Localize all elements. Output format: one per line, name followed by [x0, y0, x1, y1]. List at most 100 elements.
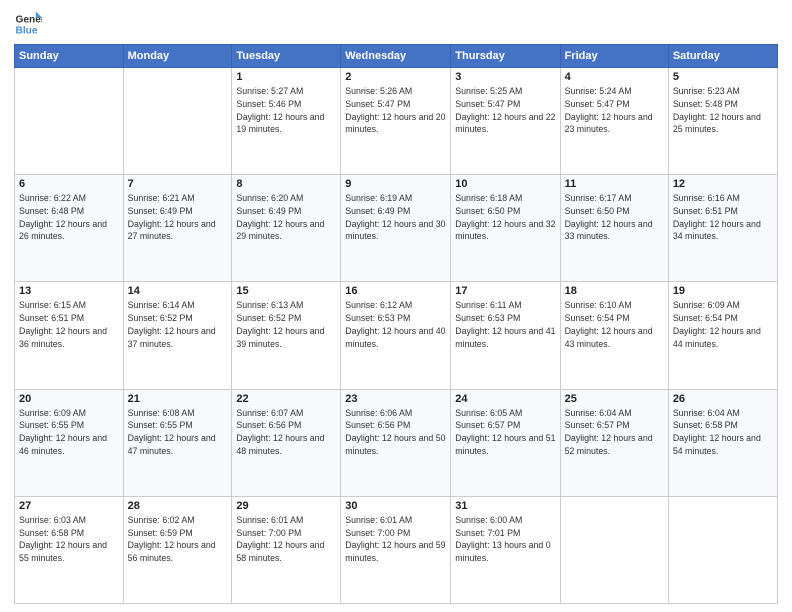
calendar-cell: 3 Sunrise: 5:25 AM Sunset: 5:47 PM Daylig…: [451, 68, 560, 175]
weekday-header: Tuesday: [232, 45, 341, 68]
calendar-cell: 1Sunrise: 5:27 AM Sunset: 5:46 PM Daylig…: [232, 68, 341, 175]
day-info: Sunrise: 6:04 AM Sunset: 6:58 PM Dayligh…: [673, 407, 773, 458]
day-number: 22: [236, 393, 336, 405]
calendar-cell: [15, 68, 124, 175]
day-info: Sunrise: 6:15 AM Sunset: 6:51 PM Dayligh…: [19, 299, 119, 350]
calendar-cell: 13Sunrise: 6:15 AM Sunset: 6:51 PM Dayli…: [15, 282, 124, 389]
calendar-cell: [668, 496, 777, 603]
calendar-cell: 10 Sunrise: 6:18 AM Sunset: 6:50 PM Dayli…: [451, 175, 560, 282]
calendar-cell: 7Sunrise: 6:21 AM Sunset: 6:49 PM Daylig…: [123, 175, 232, 282]
day-number: 4: [565, 71, 664, 83]
day-number: 25: [565, 393, 664, 405]
day-info: Sunrise: 6:11 AM Sunset: 6:53 PM Dayligh…: [455, 299, 555, 350]
weekday-header: Thursday: [451, 45, 560, 68]
day-info: Sunrise: 6:08 AM Sunset: 6:55 PM Dayligh…: [128, 407, 228, 458]
calendar-cell: 28 Sunrise: 6:02 AM Sunset: 6:59 PM Dayli…: [123, 496, 232, 603]
day-number: 3: [455, 71, 555, 83]
calendar-cell: 24 Sunrise: 6:05 AM Sunset: 6:57 PM Dayli…: [451, 389, 560, 496]
day-info: Sunrise: 6:01 AM Sunset: 7:00 PM Dayligh…: [345, 514, 446, 565]
calendar-cell: 9Sunrise: 6:19 AM Sunset: 6:49 PM Daylig…: [341, 175, 451, 282]
calendar-cell: [123, 68, 232, 175]
day-number: 21: [128, 393, 228, 405]
day-info: Sunrise: 6:14 AM Sunset: 6:52 PM Dayligh…: [128, 299, 228, 350]
day-info: Sunrise: 5:25 AM Sunset: 5:47 PM Dayligh…: [455, 85, 555, 136]
day-info: Sunrise: 5:26 AM Sunset: 5:47 PM Dayligh…: [345, 85, 446, 136]
calendar-cell: 2 Sunrise: 5:26 AM Sunset: 5:47 PM Daylig…: [341, 68, 451, 175]
calendar-cell: 19 Sunrise: 6:09 AM Sunset: 6:54 PM Dayli…: [668, 282, 777, 389]
calendar-cell: 26 Sunrise: 6:04 AM Sunset: 6:58 PM Dayli…: [668, 389, 777, 496]
calendar-cell: 5 Sunrise: 5:23 AM Sunset: 5:48 PM Daylig…: [668, 68, 777, 175]
day-number: 8: [236, 178, 336, 190]
calendar-cell: 31Sunrise: 6:00 AM Sunset: 7:01 PM Dayli…: [451, 496, 560, 603]
calendar-cell: 30Sunrise: 6:01 AM Sunset: 7:00 PM Dayli…: [341, 496, 451, 603]
day-info: Sunrise: 6:02 AM Sunset: 6:59 PM Dayligh…: [128, 514, 228, 565]
day-info: Sunrise: 6:18 AM Sunset: 6:50 PM Dayligh…: [455, 192, 555, 243]
calendar-cell: [560, 496, 668, 603]
calendar-cell: 21 Sunrise: 6:08 AM Sunset: 6:55 PM Dayli…: [123, 389, 232, 496]
day-info: Sunrise: 6:19 AM Sunset: 6:49 PM Dayligh…: [345, 192, 446, 243]
calendar-cell: 20 Sunrise: 6:09 AM Sunset: 6:55 PM Dayli…: [15, 389, 124, 496]
day-number: 23: [345, 393, 446, 405]
day-info: Sunrise: 6:05 AM Sunset: 6:57 PM Dayligh…: [455, 407, 555, 458]
day-info: Sunrise: 6:04 AM Sunset: 6:57 PM Dayligh…: [565, 407, 664, 458]
day-number: 24: [455, 393, 555, 405]
logo: General Blue: [14, 10, 46, 38]
day-info: Sunrise: 6:07 AM Sunset: 6:56 PM Dayligh…: [236, 407, 336, 458]
svg-text:Blue: Blue: [16, 25, 38, 36]
day-number: 5: [673, 71, 773, 83]
calendar-cell: 29 Sunrise: 6:01 AM Sunset: 7:00 PM Dayli…: [232, 496, 341, 603]
day-info: Sunrise: 6:16 AM Sunset: 6:51 PM Dayligh…: [673, 192, 773, 243]
calendar-cell: 17 Sunrise: 6:11 AM Sunset: 6:53 PM Dayli…: [451, 282, 560, 389]
day-info: Sunrise: 6:06 AM Sunset: 6:56 PM Dayligh…: [345, 407, 446, 458]
calendar-cell: 11Sunrise: 6:17 AM Sunset: 6:50 PM Dayli…: [560, 175, 668, 282]
calendar-cell: 16Sunrise: 6:12 AM Sunset: 6:53 PM Dayli…: [341, 282, 451, 389]
calendar-cell: 6 Sunrise: 6:22 AM Sunset: 6:48 PM Daylig…: [15, 175, 124, 282]
day-number: 27: [19, 500, 119, 512]
day-number: 20: [19, 393, 119, 405]
calendar-table: SundayMondayTuesdayWednesdayThursdayFrid…: [14, 44, 778, 604]
day-number: 17: [455, 285, 555, 297]
day-info: Sunrise: 6:10 AM Sunset: 6:54 PM Dayligh…: [565, 299, 664, 350]
calendar-cell: 12 Sunrise: 6:16 AM Sunset: 6:51 PM Dayli…: [668, 175, 777, 282]
weekday-header: Monday: [123, 45, 232, 68]
logo-icon: General Blue: [14, 10, 42, 38]
calendar-cell: 8 Sunrise: 6:20 AM Sunset: 6:49 PM Daylig…: [232, 175, 341, 282]
day-number: 7: [128, 178, 228, 190]
day-number: 28: [128, 500, 228, 512]
day-info: Sunrise: 6:20 AM Sunset: 6:49 PM Dayligh…: [236, 192, 336, 243]
day-number: 10: [455, 178, 555, 190]
day-number: 15: [236, 285, 336, 297]
day-info: Sunrise: 5:23 AM Sunset: 5:48 PM Dayligh…: [673, 85, 773, 136]
weekday-header: Friday: [560, 45, 668, 68]
day-info: Sunrise: 6:17 AM Sunset: 6:50 PM Dayligh…: [565, 192, 664, 243]
weekday-header: Wednesday: [341, 45, 451, 68]
day-number: 19: [673, 285, 773, 297]
day-info: Sunrise: 5:27 AM Sunset: 5:46 PM Dayligh…: [236, 85, 336, 136]
day-number: 6: [19, 178, 119, 190]
day-info: Sunrise: 5:24 AM Sunset: 5:47 PM Dayligh…: [565, 85, 664, 136]
day-number: 29: [236, 500, 336, 512]
day-info: Sunrise: 6:03 AM Sunset: 6:58 PM Dayligh…: [19, 514, 119, 565]
day-info: Sunrise: 6:13 AM Sunset: 6:52 PM Dayligh…: [236, 299, 336, 350]
calendar-cell: 23 Sunrise: 6:06 AM Sunset: 6:56 PM Dayli…: [341, 389, 451, 496]
calendar-cell: 25 Sunrise: 6:04 AM Sunset: 6:57 PM Dayli…: [560, 389, 668, 496]
day-info: Sunrise: 6:09 AM Sunset: 6:55 PM Dayligh…: [19, 407, 119, 458]
day-number: 16: [345, 285, 446, 297]
weekday-header: Saturday: [668, 45, 777, 68]
header: General Blue: [14, 10, 778, 38]
calendar-cell: 18 Sunrise: 6:10 AM Sunset: 6:54 PM Dayli…: [560, 282, 668, 389]
calendar-cell: 27 Sunrise: 6:03 AM Sunset: 6:58 PM Dayli…: [15, 496, 124, 603]
day-number: 2: [345, 71, 446, 83]
day-number: 18: [565, 285, 664, 297]
day-number: 31: [455, 500, 555, 512]
day-number: 14: [128, 285, 228, 297]
weekday-header: Sunday: [15, 45, 124, 68]
day-number: 26: [673, 393, 773, 405]
calendar-cell: 22 Sunrise: 6:07 AM Sunset: 6:56 PM Dayli…: [232, 389, 341, 496]
day-info: Sunrise: 6:09 AM Sunset: 6:54 PM Dayligh…: [673, 299, 773, 350]
day-number: 12: [673, 178, 773, 190]
calendar-cell: 14 Sunrise: 6:14 AM Sunset: 6:52 PM Dayli…: [123, 282, 232, 389]
day-info: Sunrise: 6:01 AM Sunset: 7:00 PM Dayligh…: [236, 514, 336, 565]
page: General Blue SundayMondayTuesdayWednesda…: [0, 0, 792, 612]
day-info: Sunrise: 6:22 AM Sunset: 6:48 PM Dayligh…: [19, 192, 119, 243]
